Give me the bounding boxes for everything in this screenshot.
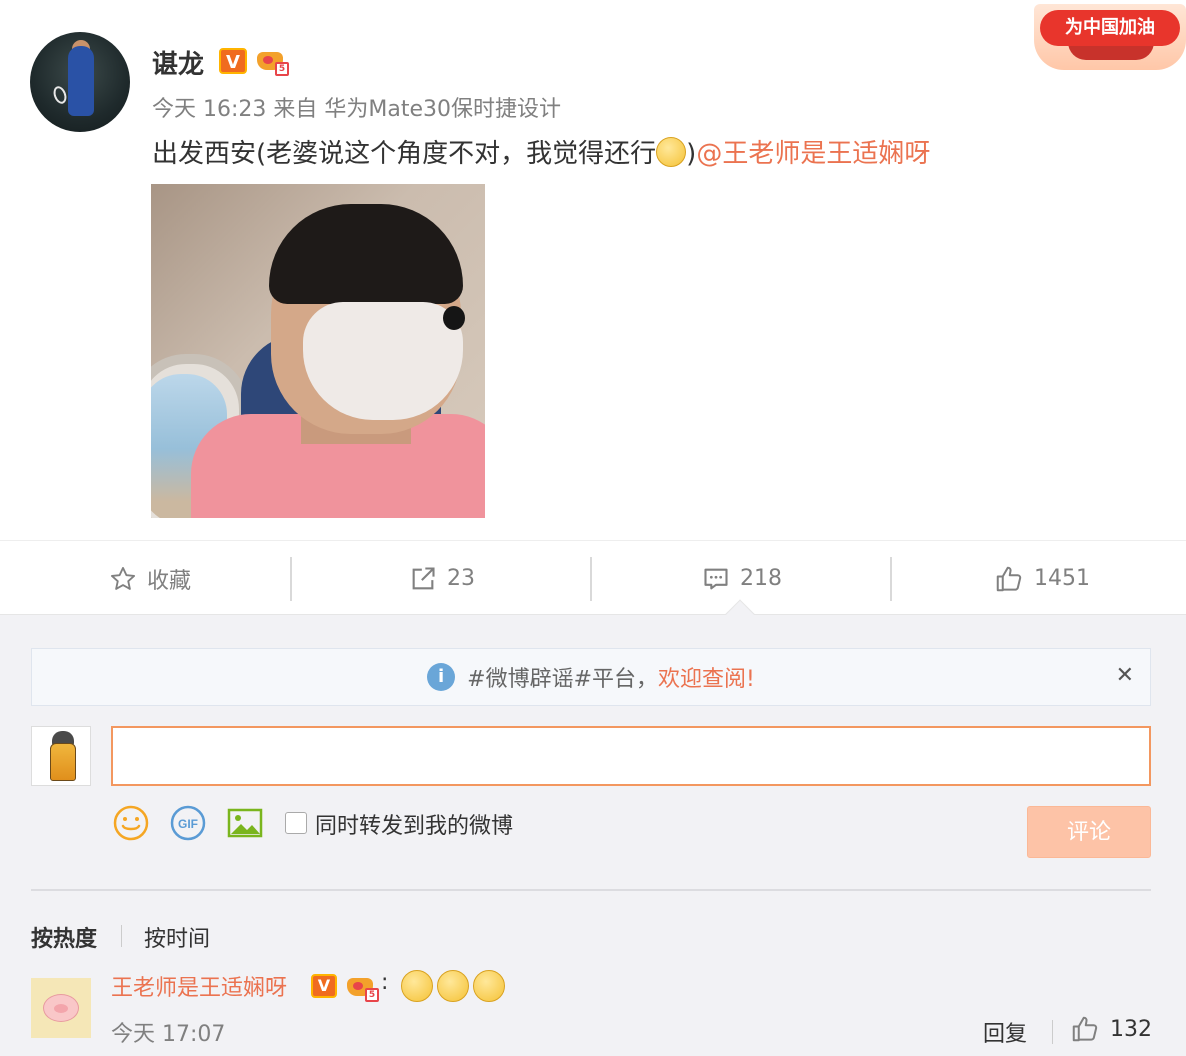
- mention-link[interactable]: @王老师是王适娴呀: [696, 139, 930, 169]
- image-icon[interactable]: [225, 803, 265, 843]
- comment-time: 今天 17:07: [111, 1022, 226, 1047]
- repost-checkbox[interactable]: [285, 812, 307, 834]
- sort-by-hot[interactable]: 按热度: [31, 921, 97, 953]
- member-crown-icon[interactable]: 5: [255, 46, 289, 76]
- verified-icon: V: [219, 48, 247, 74]
- my-avatar[interactable]: [31, 726, 91, 786]
- emoji-icon[interactable]: [111, 803, 151, 843]
- comment-like-button[interactable]: 132: [1070, 1014, 1152, 1044]
- comment-colon: :: [381, 970, 389, 995]
- repost-button[interactable]: 23: [292, 541, 592, 616]
- share-icon: [412, 566, 435, 589]
- sort-divider: [121, 925, 122, 947]
- action-bar: 收藏 23 218 1451: [0, 540, 1186, 615]
- favorite-button[interactable]: 收藏: [0, 541, 300, 616]
- reply-button[interactable]: 回复: [983, 1016, 1027, 1048]
- post-meta: 今天 16:23 来自 华为Mate30保时捷设计: [152, 97, 561, 122]
- gif-icon[interactable]: GIF: [168, 803, 208, 843]
- section-divider: [31, 889, 1151, 891]
- close-icon[interactable]: ✕: [1116, 663, 1134, 688]
- verified-icon: V: [311, 974, 337, 998]
- repost-checkbox-label[interactable]: 同时转发到我的微博: [315, 808, 513, 840]
- author-avatar[interactable]: [30, 32, 130, 132]
- author-name[interactable]: 谌龙: [152, 44, 204, 81]
- sort-by-time[interactable]: 按时间: [144, 921, 210, 953]
- info-icon: i: [427, 663, 456, 691]
- thinking-emoji-icon: [656, 137, 687, 167]
- thinking-emoji-icon: [473, 970, 505, 1002]
- commenter-name[interactable]: 王老师是王适娴呀: [111, 970, 287, 1002]
- comment-action-divider: [1052, 1020, 1053, 1044]
- thinking-emoji-icon: [437, 970, 469, 1002]
- thinking-emoji-icon: [401, 970, 433, 1002]
- notice-link[interactable]: 欢迎查阅!: [658, 661, 755, 693]
- post-photo[interactable]: [151, 184, 485, 518]
- like-button[interactable]: 1451: [892, 541, 1186, 616]
- comment-icon: [704, 568, 728, 589]
- rumor-notice: i #微博辟谣#平台， 欢迎查阅! ✕: [31, 648, 1151, 706]
- svg-text:GIF: GIF: [178, 817, 198, 831]
- commenter-avatar[interactable]: [31, 978, 91, 1038]
- comment-input[interactable]: [111, 726, 1151, 786]
- star-icon: [110, 566, 136, 590]
- cheer-banner[interactable]: 为中国加油: [1034, 4, 1186, 76]
- weibo-post: 谌龙 V 5 今天 16:23 来自 华为Mate30保时捷设计 出发西安(老婆…: [0, 0, 1186, 540]
- submit-comment-button[interactable]: 评论: [1027, 806, 1151, 858]
- member-crown-icon[interactable]: 5: [345, 972, 379, 1002]
- thumbs-up-icon: [996, 566, 1022, 591]
- thumbs-up-icon: [1072, 1016, 1098, 1042]
- post-content: 出发西安(老婆说这个角度不对，我觉得还行)@王老师是王适娴呀: [152, 137, 931, 169]
